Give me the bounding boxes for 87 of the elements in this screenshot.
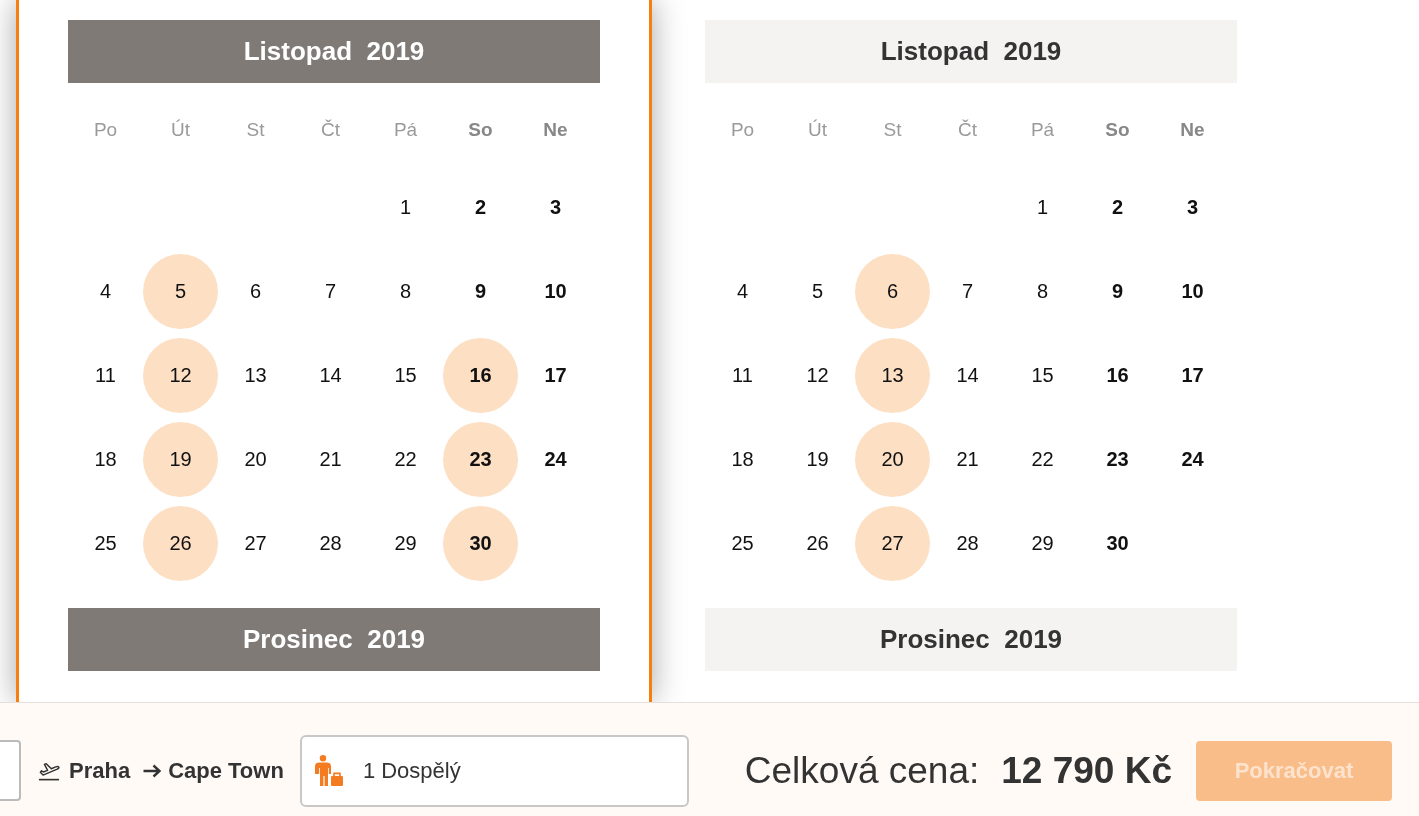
calendar-day[interactable]: 24 — [1155, 421, 1230, 497]
calendar-day[interactable]: 13 — [218, 337, 293, 413]
calendar-day[interactable]: 3 — [1155, 169, 1230, 245]
weekday-label: Ne — [1180, 119, 1205, 141]
weekday-label: St — [883, 119, 902, 141]
calendar-day[interactable]: 2 — [443, 169, 518, 245]
calendar-day[interactable]: 7 — [930, 253, 1005, 329]
calendar-day[interactable]: 22 — [1005, 421, 1080, 497]
calendar-day[interactable]: 6 — [218, 253, 293, 329]
plane-takeoff-icon — [38, 760, 60, 781]
calendar-day[interactable]: 13 — [855, 337, 930, 413]
calendar-day[interactable]: 9 — [443, 253, 518, 329]
route-destination: Cape Town — [168, 757, 284, 784]
month-header: Prosinec 2019 — [705, 608, 1237, 671]
month-header: Prosinec 2019 — [68, 608, 600, 671]
passenger-field[interactable]: 1 Dospělý — [299, 734, 689, 807]
calendar-day[interactable]: 25 — [705, 505, 780, 581]
calendar-day[interactable]: 4 — [705, 253, 780, 329]
calendar-day[interactable]: 19 — [780, 421, 855, 497]
calendar-day[interactable]: 15 — [1005, 337, 1080, 413]
calendar-day[interactable]: 24 — [518, 421, 593, 497]
person-with-suitcase-icon — [313, 755, 344, 786]
weekday-label: Čt — [321, 119, 340, 141]
calendar-day[interactable]: 4 — [68, 253, 143, 329]
calendar-day[interactable]: 18 — [705, 421, 780, 497]
calendar-day[interactable]: 14 — [930, 337, 1005, 413]
calendar-day[interactable]: 8 — [368, 253, 443, 329]
calendar-day[interactable]: 7 — [293, 253, 368, 329]
calendar-day[interactable]: 30 — [443, 505, 518, 581]
calendar-day[interactable]: 29 — [368, 505, 443, 581]
calendar-day[interactable]: 9 — [1080, 253, 1155, 329]
calendar-day[interactable]: 12 — [780, 337, 855, 413]
calendar-day[interactable]: 28 — [930, 505, 1005, 581]
weekday-label: So — [468, 119, 493, 141]
calendar-day[interactable]: 20 — [855, 421, 930, 497]
weekday-label: Po — [730, 119, 755, 141]
calendar-day[interactable]: 25 — [68, 505, 143, 581]
calendar-day[interactable]: 15 — [368, 337, 443, 413]
weekday-label: Čt — [958, 119, 977, 141]
calendar-day[interactable]: 23 — [443, 421, 518, 497]
calendar-day[interactable]: 11 — [68, 337, 143, 413]
calendar-day[interactable]: 6 — [855, 253, 930, 329]
calendar-day[interactable]: 21 — [293, 421, 368, 497]
weekday-label: Út — [808, 119, 827, 141]
calendar-day[interactable]: 1 — [368, 169, 443, 245]
calendar-day[interactable]: 29 — [1005, 505, 1080, 581]
weekday-label: So — [1105, 119, 1130, 141]
weekday-label: Pá — [1030, 119, 1055, 141]
calendar-day[interactable]: 30 — [1080, 505, 1155, 581]
calendar-day[interactable]: 26 — [143, 505, 218, 581]
calendar-day[interactable]: 28 — [293, 505, 368, 581]
calendar-day[interactable]: 14 — [293, 337, 368, 413]
arrow-icon — [143, 763, 162, 778]
calendar-day[interactable]: 20 — [218, 421, 293, 497]
month-header: Listopad 2019 — [68, 20, 600, 83]
calendar-day[interactable]: 27 — [218, 505, 293, 581]
weekday-label: Pá — [393, 119, 418, 141]
input-field[interactable] — [0, 740, 21, 801]
calendar-day[interactable]: 10 — [1155, 253, 1230, 329]
calendar-day[interactable]: 17 — [1155, 337, 1230, 413]
calendar-day[interactable]: 11 — [705, 337, 780, 413]
weekday-label: Út — [171, 119, 190, 141]
calendar-day[interactable]: 8 — [1005, 253, 1080, 329]
month-header: Listopad 2019 — [705, 20, 1237, 83]
calendar-day[interactable]: 19 — [143, 421, 218, 497]
calendar-day[interactable]: 17 — [518, 337, 593, 413]
total-price-label: Celková cena: — [744, 749, 980, 792]
calendar-day[interactable]: 10 — [518, 253, 593, 329]
calendar-day[interactable]: 1 — [1005, 169, 1080, 245]
calendar-day[interactable]: 2 — [1080, 169, 1155, 245]
weekday-label: St — [246, 119, 265, 141]
weekday-label: Po — [93, 119, 118, 141]
calendar-day[interactable]: 16 — [1080, 337, 1155, 413]
calendar-day[interactable]: 3 — [518, 169, 593, 245]
route-origin: Praha — [69, 757, 131, 784]
calendar-day[interactable]: 5 — [780, 253, 855, 329]
calendar-day[interactable]: 26 — [780, 505, 855, 581]
calendar-day[interactable]: 21 — [930, 421, 1005, 497]
calendar-day[interactable]: 12 — [143, 337, 218, 413]
calendar-day[interactable]: 18 — [68, 421, 143, 497]
calendar-day[interactable]: 5 — [143, 253, 218, 329]
weekday-label: Ne — [543, 119, 568, 141]
total-price: 12 790 Kč — [1001, 749, 1172, 792]
calendar-day[interactable]: 22 — [368, 421, 443, 497]
calendar-day[interactable]: 27 — [855, 505, 930, 581]
calendar-day[interactable]: 23 — [1080, 421, 1155, 497]
calendar-day[interactable]: 16 — [443, 337, 518, 413]
